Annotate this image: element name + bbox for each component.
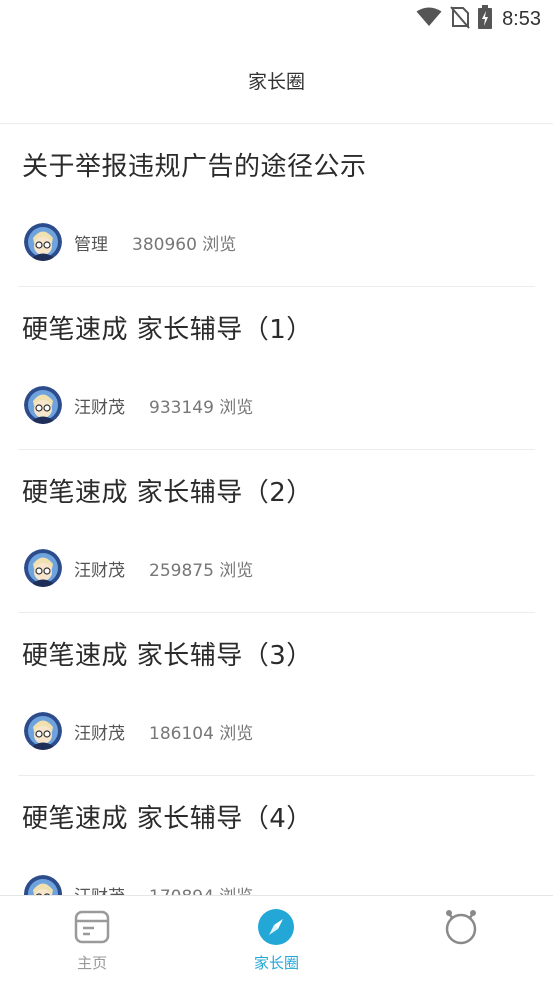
nav-label: 主页 [77,954,108,972]
status-bar: 8:53 [0,0,553,38]
profile-ring-icon [442,908,480,946]
post-title[interactable]: 硬笔速成 家长辅导（3） [22,635,313,672]
no-sim-icon [450,5,470,33]
author-name: 汪财茂 [74,560,125,581]
view-count: 170894 浏览 [149,882,253,896]
view-count: 259875 浏览 [149,560,254,581]
post-title[interactable]: 关于举报违规广告的途径公示 [22,146,367,183]
post-item[interactable]: 硬笔速成 家长辅导（3） 汪财茂 186104 浏览 [18,613,535,776]
view-count: 186104 浏览 [149,723,254,744]
author-name: 汪财茂 [74,882,125,896]
author-name: 汪财茂 [74,397,125,418]
post-item[interactable]: 硬笔速成 家长辅导（4） 汪财茂 170894 浏览 [18,776,535,895]
author-name: 汪财茂 [74,723,125,744]
post-item[interactable]: 硬笔速成 家长辅导（1） 汪财茂 933149 浏览 [18,287,535,450]
bottom-nav: 主页 家长圈 [0,895,553,983]
wifi-icon [416,7,442,31]
home-card-icon [73,908,111,946]
avatar [24,712,62,750]
post-item[interactable]: 硬笔速成 家长辅导（2） 汪财茂 259875 浏览 [18,450,535,613]
compass-icon [257,908,295,946]
post-meta: 汪财茂 170894 浏览 [24,875,253,895]
title-bar: 家长圈 [0,38,553,124]
clock-time: 8:53 [502,7,541,30]
nav-item-profile[interactable] [369,896,553,983]
author-name: 管理 [74,234,108,255]
post-title[interactable]: 硬笔速成 家长辅导（4） [22,798,313,835]
post-meta: 汪财茂 933149 浏览 [24,386,253,424]
post-list[interactable]: 关于举报违规广告的途径公示 管理 380960 浏览 硬笔速成 家长辅导（1） [0,124,553,895]
post-title[interactable]: 硬笔速成 家长辅导（2） [22,472,313,509]
page-title: 家长圈 [247,71,305,93]
post-item[interactable]: 关于举报违规广告的途径公示 管理 380960 浏览 [18,124,535,287]
post-meta: 管理 380960 浏览 [24,223,236,261]
avatar [24,875,62,895]
avatar [24,549,62,587]
nav-label: 家长圈 [253,954,299,972]
post-meta: 汪财茂 186104 浏览 [24,712,253,750]
view-count: 380960 浏览 [132,234,237,255]
post-meta: 汪财茂 259875 浏览 [24,549,253,587]
post-title[interactable]: 硬笔速成 家长辅导（1） [22,309,313,346]
avatar [24,386,62,424]
avatar [24,223,62,261]
battery-charging-icon [478,5,493,33]
nav-item-home[interactable]: 主页 [0,896,184,983]
nav-item-parent-circle[interactable]: 家长圈 [184,896,368,983]
view-count: 933149 浏览 [149,397,254,418]
